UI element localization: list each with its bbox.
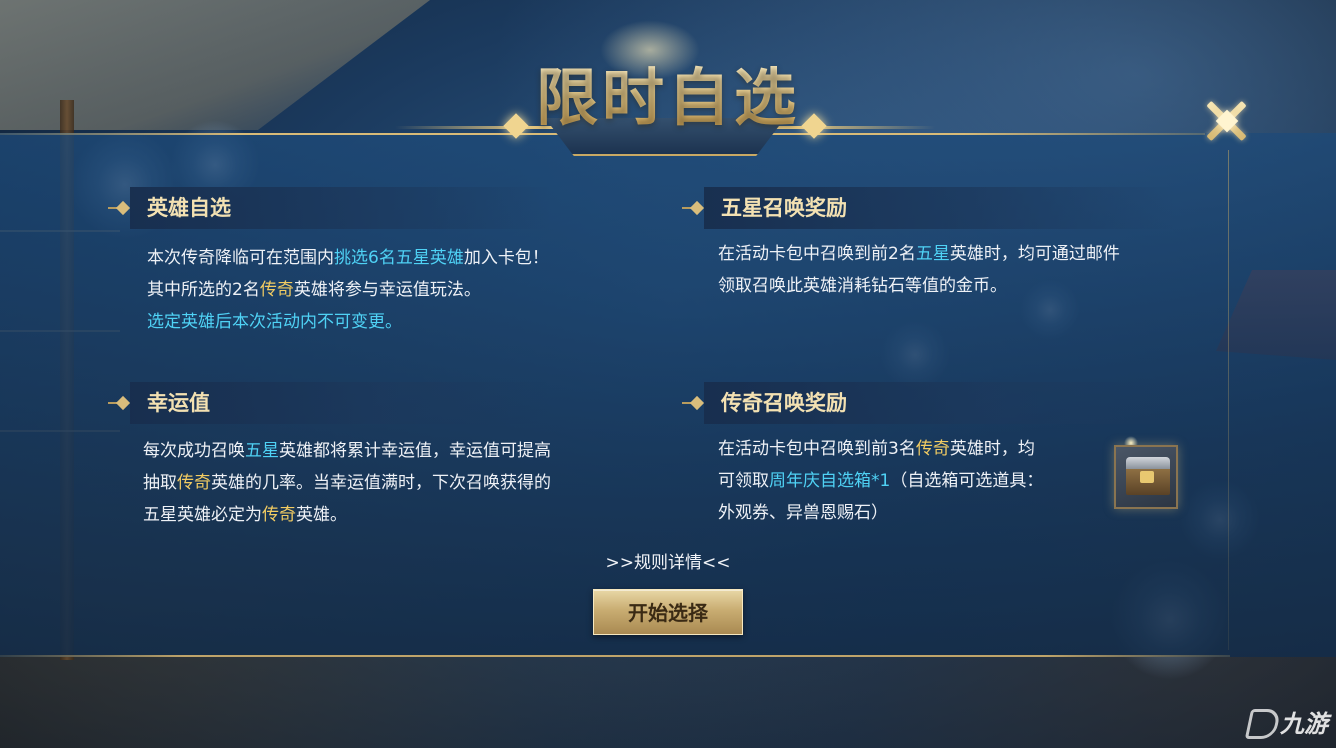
section-body-five-star-reward: 在活动卡包中召唤到前2名五星英雄时，均可通过邮件领取召唤此英雄消耗钻石等值的金币… [718,238,1120,302]
text-line: 在活动卡包中召唤到前3名传奇英雄时，均 [718,433,1043,465]
highlight-text: 传奇 [915,439,950,459]
section-header-hero-select: 英雄自选 [108,187,550,229]
body-text: 英雄的几率。当幸运值满时，下次召唤获得的 [211,473,551,493]
body-text: 抽取 [143,473,177,493]
start-select-button[interactable]: 开始选择 [593,589,743,635]
text-line: 领取召唤此英雄消耗钻石等值的金币。 [718,270,1120,302]
section-arrow-icon [682,199,706,217]
jiuyou-logo-icon [1244,709,1282,739]
section-body-luck-value: 每次成功召唤五星英雄都将累计幸运值，幸运值可提高 抽取传奇英雄的几率。当幸运值满时… [143,435,551,531]
section-body-hero-select: 本次传奇降临可在范围内挑选6名五星英雄加入卡包！ 其中所选的2名传奇英雄将参与幸运… [147,242,549,338]
section-title: 传奇召唤奖励 [721,390,847,415]
body-text: 领取召唤此英雄消耗钻石等值的金币。 [718,276,1007,296]
body-text: 加入卡包！ [463,248,549,268]
close-button[interactable] [1200,94,1254,148]
body-text: 其中所选的2名 [147,280,260,300]
highlight-text: 周年庆自选箱*1 [769,471,891,491]
body-text: （自选箱可选道具： [890,471,1044,491]
highlight-text: 选定英雄后本次活动内不可变更。 [147,312,402,332]
text-line: 每次成功召唤五星英雄都将累计幸运值，幸运值可提高 [143,435,551,467]
text-line: 选定英雄后本次活动内不可变更。 [147,306,549,338]
text-line: 可领取周年庆自选箱*1（自选箱可选道具： [718,465,1043,497]
watermark-text: 九游 [1280,710,1328,738]
body-text: 英雄将参与幸运值玩法。 [293,280,481,300]
body-text: 本次传奇降临可在范围内 [147,248,334,268]
text-line: 抽取传奇英雄的几率。当幸运值满时，下次召唤获得的 [143,467,551,499]
section-title: 英雄自选 [147,195,231,220]
chest-gem [1140,471,1154,483]
section-title: 五星召唤奖励 [721,195,847,220]
chest-lid [1126,457,1170,469]
body-text: 可领取 [718,471,769,491]
body-text: 外观券、异兽恩赐石） [718,503,888,523]
panel-border-bottom [0,655,1230,657]
body-text: 英雄时，均可通过邮件 [949,244,1120,264]
highlight-text: 五星 [245,441,279,461]
highlight-text: 传奇 [177,473,211,493]
section-header-legend-reward: 传奇召唤奖励 [682,382,1174,424]
highlight-text: 挑选6名五星英雄 [334,248,464,268]
body-text: 英雄。 [296,505,347,525]
section-header-luck-value: 幸运值 [108,382,550,424]
section-title: 幸运值 [147,390,210,415]
highlight-text: 五星 [915,244,950,264]
section-arrow-icon [682,394,706,412]
highlight-text: 传奇 [262,505,296,525]
body-text: 英雄都将累计幸运值，幸运值可提高 [279,441,551,461]
body-text: 每次成功召唤 [143,441,245,461]
section-arrow-icon [108,199,132,217]
section-body-legend-reward: 在活动卡包中召唤到前3名传奇英雄时，均 可领取周年庆自选箱*1（自选箱可选道具：外… [718,433,1043,529]
page-title: 限时自选 [488,58,848,138]
highlight-text: 传奇 [259,280,294,300]
treasure-chest-icon[interactable] [1114,445,1178,509]
panel-border-right [1228,150,1229,650]
body-text: 英雄时，均 [949,439,1035,459]
text-line: 其中所选的2名传奇英雄将参与幸运值玩法。 [147,274,549,306]
body-text: 在活动卡包中召唤到前2名 [718,244,916,264]
text-line: 外观券、异兽恩赐石） [718,497,1043,529]
section-header-five-star-reward: 五星召唤奖励 [682,187,1174,229]
watermark: 九游 [1244,703,1336,745]
body-text: 在活动卡包中召唤到前3名 [718,439,916,459]
text-line: 本次传奇降临可在范围内挑选6名五星英雄加入卡包！ [147,242,549,274]
section-arrow-icon [108,394,132,412]
text-line: 五星英雄必定为传奇英雄。 [143,499,551,531]
text-line: 在活动卡包中召唤到前2名五星英雄时，均可通过邮件 [718,238,1120,270]
body-text: 五星英雄必定为 [143,505,262,525]
rules-detail-link[interactable]: >>规则详情<< [560,548,776,578]
